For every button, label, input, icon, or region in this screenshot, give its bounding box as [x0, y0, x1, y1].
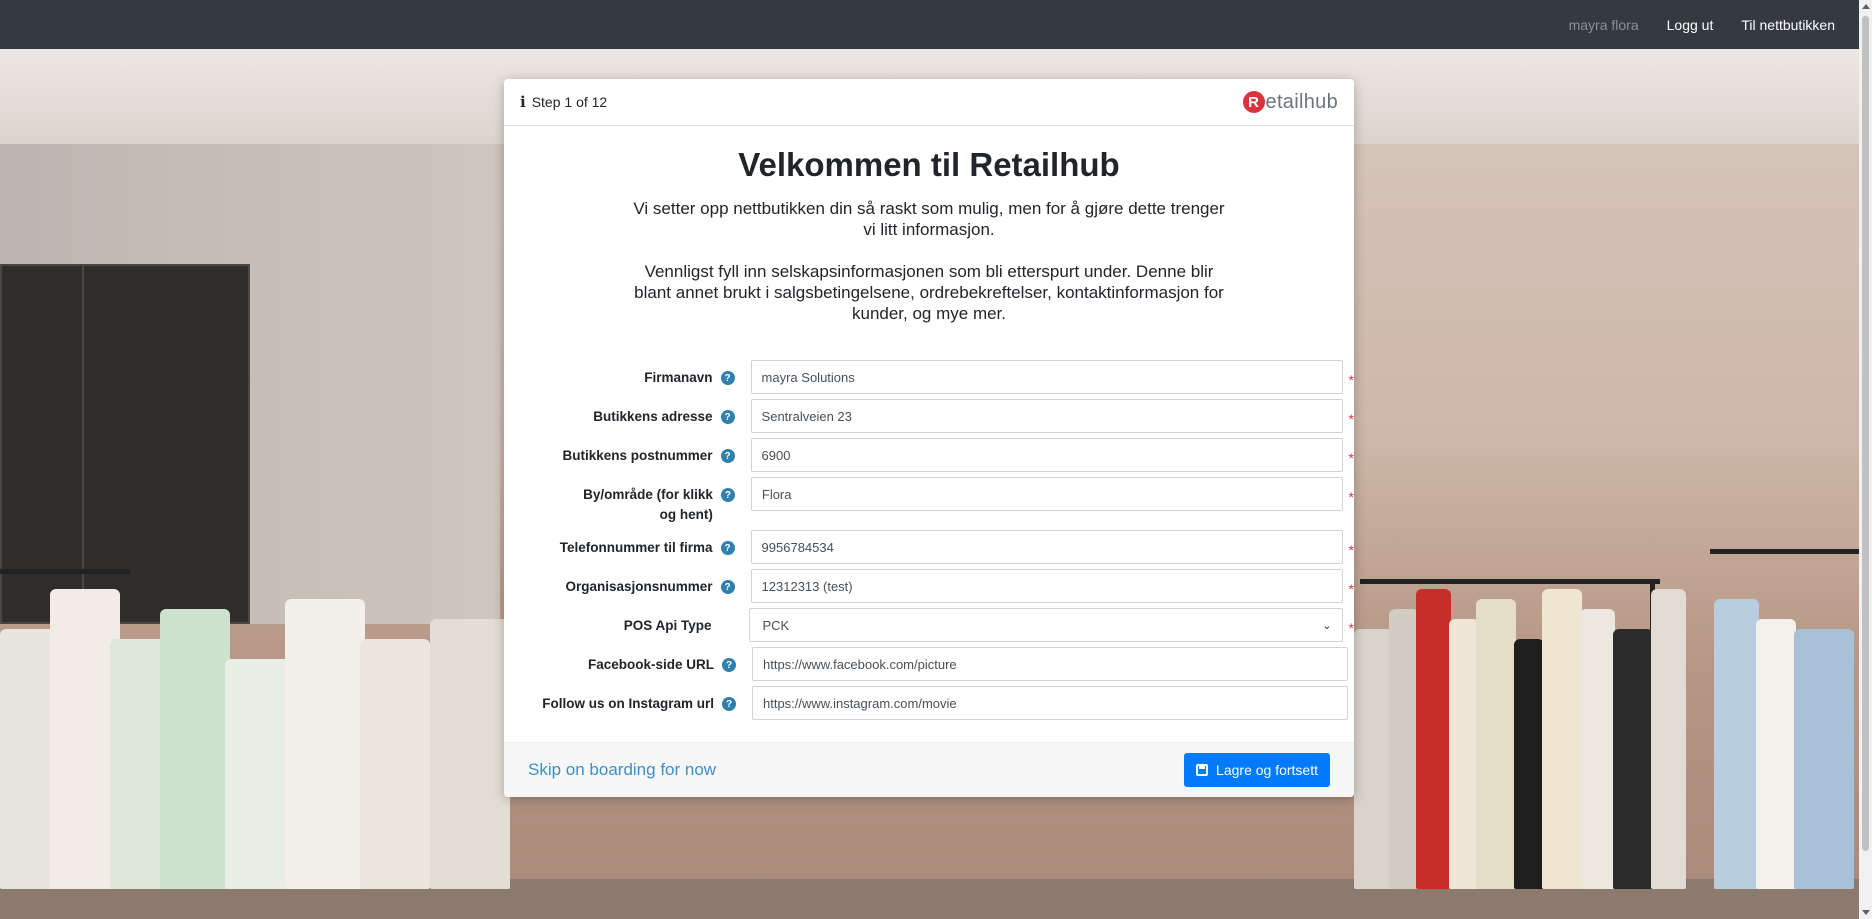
form-row-facebook-url: Facebook-side URL ? https://www.facebook…	[504, 647, 1354, 681]
facebook-url-label: Facebook-side URL	[587, 657, 714, 672]
intro-paragraph-2: Vennligst fyll inn selskapsinformasjonen…	[634, 262, 1224, 323]
city-input[interactable]: Flora	[750, 477, 1343, 511]
to-store-link[interactable]: Til nettbutikken	[1741, 17, 1835, 33]
question-circle-icon[interactable]: ?	[720, 371, 735, 385]
facebook-url-input[interactable]: https://www.facebook.com/picture	[752, 647, 1348, 681]
modal-footer: Skip on boarding for now Lagre og fortse…	[504, 742, 1354, 797]
retailhub-logo: R etailhub	[1242, 90, 1338, 114]
store-zip-input[interactable]: 6900	[750, 438, 1343, 472]
retailhub-logo-mark: R	[1242, 91, 1265, 113]
form-row-company-name: Firmanavn ? mayra Solutions *	[504, 360, 1354, 394]
intro-text: Vi setter opp nettbutikken din så raskt …	[629, 198, 1229, 324]
company-name-label: Firmanavn	[644, 370, 713, 385]
save-and-continue-button[interactable]: Lagre og fortsett	[1184, 753, 1330, 787]
far-right-rack-rail	[1710, 549, 1859, 554]
company-name-input[interactable]: mayra Solutions	[750, 360, 1343, 394]
question-circle-icon[interactable]: ?	[722, 658, 736, 672]
company-form: Firmanavn ? mayra Solutions * Butikkens …	[504, 360, 1354, 720]
required-marker: *	[1348, 581, 1354, 597]
info-icon: i	[520, 93, 526, 111]
required-marker: *	[1348, 620, 1354, 636]
store-zip-label: Butikkens postnummer	[562, 448, 713, 463]
phone-label: Telefonnummer til firma	[559, 540, 713, 555]
logout-link[interactable]: Logg ut	[1667, 17, 1714, 33]
question-circle-icon[interactable]: ?	[720, 541, 735, 555]
floppy-disk-icon	[1196, 764, 1209, 776]
scroll-down-arrow-icon[interactable]	[1862, 910, 1870, 915]
city-label: By/område (for klikk og hent)	[583, 487, 713, 522]
question-circle-icon[interactable]: ?	[720, 449, 735, 463]
page-title: Velkommen til Retailhub	[738, 146, 1120, 183]
question-circle-icon[interactable]: ?	[720, 580, 735, 594]
left-clothes	[0, 559, 520, 889]
form-row-store-zip: Butikkens postnummer ? 6900 *	[504, 438, 1354, 472]
right-clothes	[1354, 559, 1859, 889]
form-row-store-address: Butikkens adresse ? Sentralveien 23 *	[504, 399, 1354, 433]
instagram-url-input[interactable]: https://www.instagram.com/movie	[752, 686, 1348, 720]
skip-onboarding-link[interactable]: Skip on boarding for now	[528, 760, 716, 780]
chevron-down-icon: ⌄	[1322, 619, 1332, 632]
modal-header: i Step 1 of 12 R etailhub	[504, 79, 1354, 126]
required-marker: *	[1348, 372, 1354, 388]
scroll-up-arrow-icon[interactable]	[1862, 4, 1870, 9]
retailhub-logo-text: etailhub	[1265, 90, 1338, 113]
required-marker: *	[1348, 411, 1354, 427]
modal-body: Velkommen til Retailhub Vi setter opp ne…	[504, 146, 1354, 720]
step-text: Step 1 of 12	[531, 94, 608, 110]
form-row-pos-api-type: POS Api Type PCK ⌄ *	[504, 608, 1354, 642]
instagram-url-label: Follow us on Instagram url	[542, 696, 714, 711]
intro-paragraph-1: Vi setter opp nettbutikken din så raskt …	[633, 199, 1225, 239]
save-button-label: Lagre og fortsett	[1216, 762, 1318, 778]
phone-input[interactable]: 9956784534	[750, 530, 1343, 564]
store-address-label: Butikkens adresse	[593, 409, 713, 424]
required-marker: *	[1348, 542, 1354, 558]
page-scrollbar[interactable]	[1859, 0, 1872, 919]
step-indicator: i Step 1 of 12	[520, 93, 607, 111]
store-address-input[interactable]: Sentralveien 23	[750, 399, 1343, 433]
question-circle-icon[interactable]: ?	[720, 488, 735, 502]
pos-api-type-select[interactable]: PCK ⌄	[749, 608, 1343, 642]
form-row-phone: Telefonnummer til firma ? 9956784534 *	[504, 530, 1354, 564]
form-row-org-number: Organisasjonsnummer ? 12312313 (test) *	[504, 569, 1354, 603]
required-marker: *	[1348, 450, 1354, 466]
scrollbar-thumb[interactable]	[1862, 16, 1869, 851]
question-circle-icon[interactable]: ?	[720, 410, 735, 424]
org-number-label: Organisasjonsnummer	[565, 579, 713, 594]
nav-user-name[interactable]: mayra flora	[1569, 17, 1639, 33]
pos-api-type-value: PCK	[762, 617, 790, 633]
onboarding-modal: i Step 1 of 12 R etailhub Velkommen til …	[504, 79, 1354, 797]
org-number-input[interactable]: 12312313 (test)	[750, 569, 1343, 603]
form-row-instagram-url: Follow us on Instagram url ? https://www…	[504, 686, 1354, 720]
question-circle-icon[interactable]: ?	[722, 697, 736, 711]
required-marker: *	[1348, 489, 1354, 505]
form-row-city: By/område (for klikk og hent) ? Flora *	[504, 477, 1354, 525]
pos-api-type-label: POS Api Type	[623, 618, 712, 633]
top-navbar: mayra flora Logg ut Til nettbutikken	[0, 0, 1859, 49]
